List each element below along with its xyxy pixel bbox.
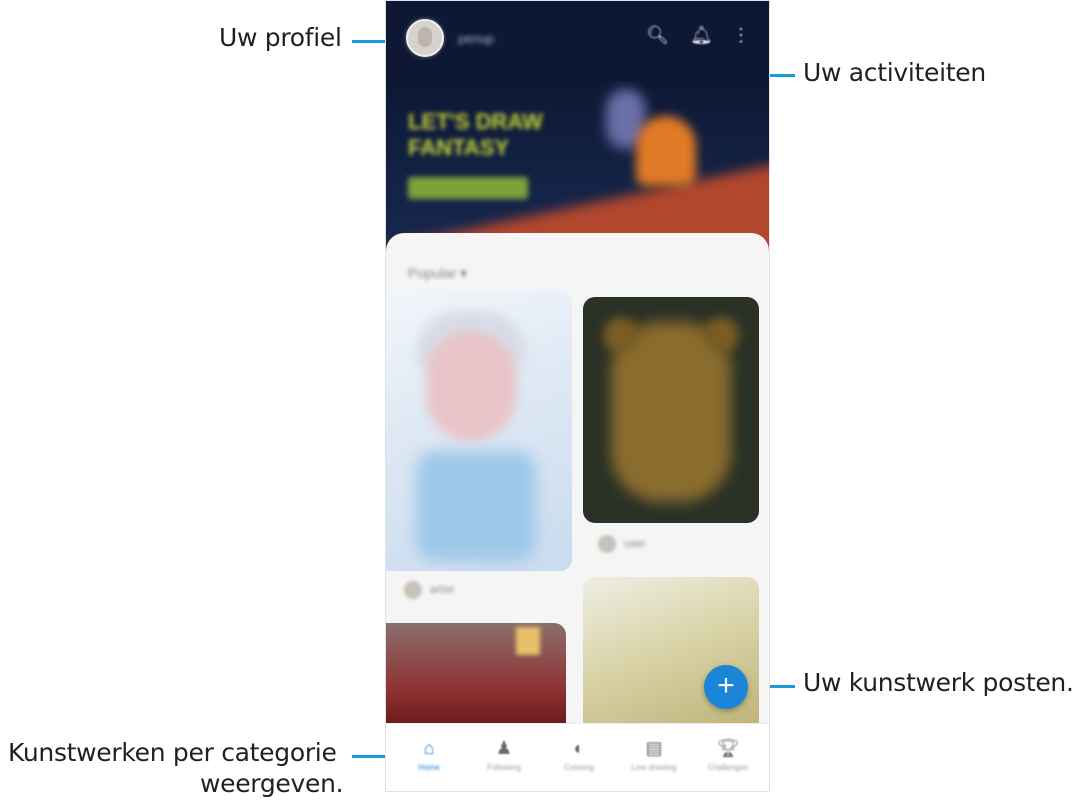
username: penup (458, 31, 495, 46)
nav-home[interactable]: ⌂ Home (391, 724, 467, 791)
home-icon: ⌂ (423, 738, 435, 758)
artwork-card[interactable] (386, 623, 566, 723)
post-artwork-button[interactable]: + (704, 665, 748, 709)
search-icon[interactable]: 🔍︎ (646, 25, 669, 46)
artwork-card[interactable] (583, 297, 759, 523)
sort-dropdown[interactable]: Popular ▾ (408, 265, 467, 282)
following-icon: ♟ (495, 738, 513, 758)
artist-name: artist (430, 584, 454, 596)
bookmark-icon (516, 627, 540, 655)
artist-avatar[interactable] (404, 581, 422, 599)
nav-following[interactable]: ♟ Following (466, 724, 542, 791)
banner-title: LET'S DRAW FANTASY (408, 109, 543, 160)
artist-avatar[interactable] (598, 535, 616, 553)
phone-screen: penup 🔍︎ 🔔︎ ⋮ LET'S DRAW FANTASY Popular… (385, 0, 770, 792)
callout-categories-line1: Kunstwerken per categorie (8, 738, 337, 767)
nav-challenges[interactable]: 🏆︎ Challenges (690, 724, 766, 791)
artwork-feed: Popular ▾ artist user (386, 233, 769, 723)
artwork-image (703, 317, 739, 353)
nav-label: Coloring (564, 763, 594, 772)
callout-activities: Uw activiteiten (803, 58, 986, 87)
artwork-image (416, 451, 536, 561)
live-drawing-icon: ▤ (645, 738, 663, 758)
banner-decoration (636, 116, 696, 186)
bottom-navigation: ⌂ Home ♟ Following ◐ Coloring ▤ Live dra… (386, 723, 769, 791)
callout-profile: Uw profiel (219, 23, 342, 52)
artwork-card[interactable] (386, 291, 572, 571)
coloring-icon: ◐ (573, 738, 585, 758)
more-icon[interactable]: ⋮ (732, 25, 750, 46)
callout-post-artwork: Uw kunstwerk posten. (803, 668, 1074, 697)
nav-label: Live drawing (631, 763, 677, 772)
top-bar: penup 🔍︎ 🔔︎ ⋮ (386, 1, 769, 81)
challenges-icon: 🏆︎ (716, 738, 740, 758)
artwork-image (603, 317, 639, 353)
nav-label: Home (418, 763, 440, 772)
bell-icon[interactable]: 🔔︎ (690, 25, 713, 46)
artwork-image (426, 331, 516, 441)
banner-button[interactable] (408, 177, 528, 199)
nav-label: Challenges (707, 763, 749, 772)
nav-coloring[interactable]: ◐ Coloring (541, 724, 617, 791)
artist-name: user (624, 538, 646, 550)
sort-label: Popular (408, 265, 457, 281)
nav-live-drawing[interactable]: ▤ Live drawing (616, 724, 692, 791)
nav-label: Following (487, 763, 521, 772)
profile-avatar[interactable] (406, 19, 444, 57)
callout-categories-line2: weergeven. (200, 769, 344, 798)
